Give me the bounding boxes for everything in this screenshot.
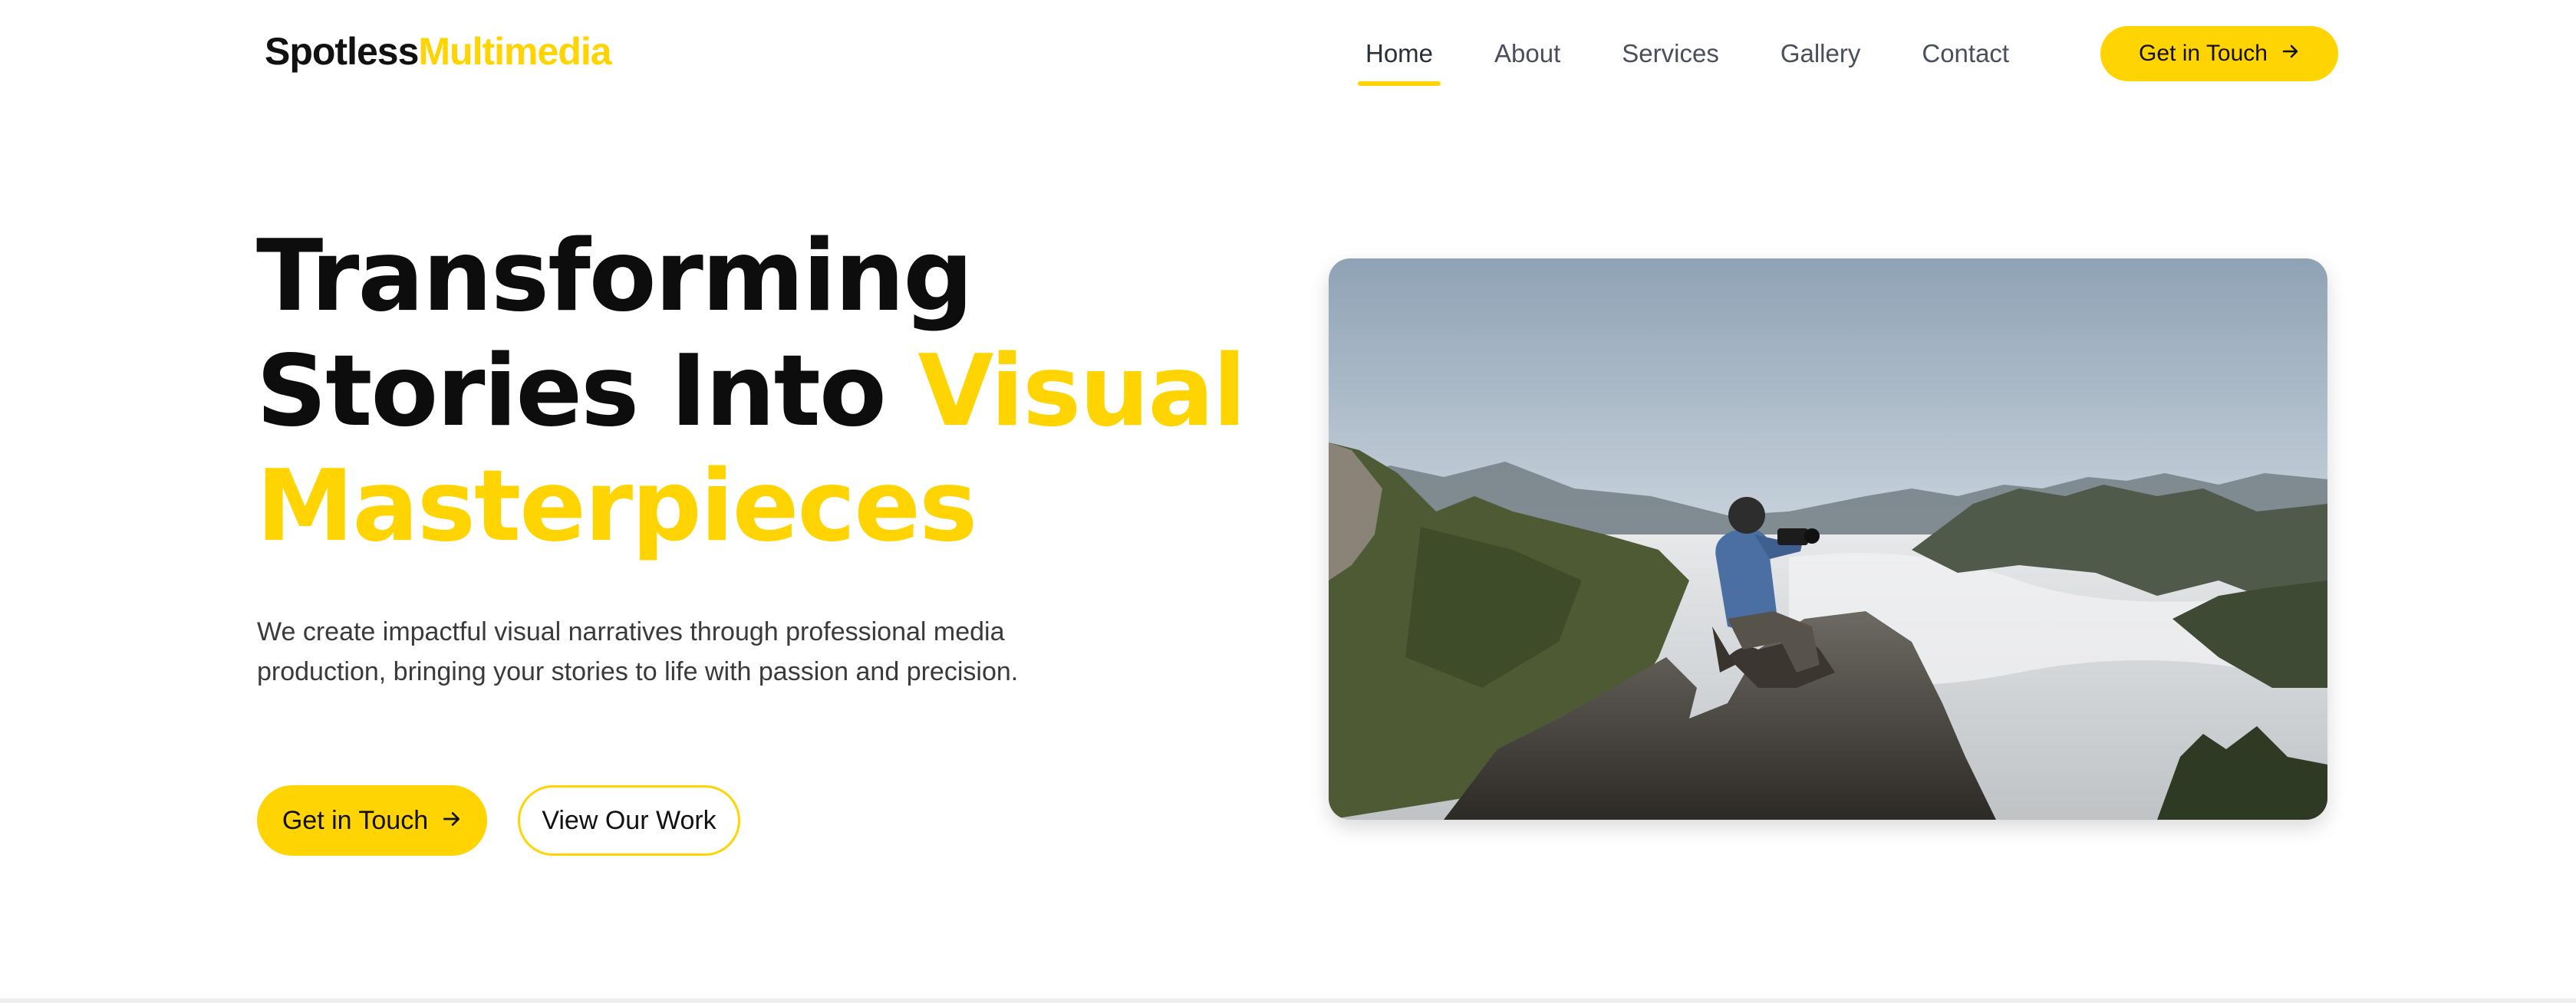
hero-title-line2: Stories Into xyxy=(256,334,887,449)
photographer-landscape-image xyxy=(1329,258,2327,820)
nav-get-in-touch-button[interactable]: Get in Touch xyxy=(2100,26,2338,81)
nav-item-about[interactable]: About xyxy=(1494,31,1560,84)
nav-item-home[interactable]: Home xyxy=(1357,31,1441,86)
brand-name-accent: Multimedia xyxy=(418,30,611,73)
nav-item-gallery[interactable]: Gallery xyxy=(1780,31,1861,84)
arrow-right-icon xyxy=(2281,41,2300,67)
hero-title-line3: Masterpieces xyxy=(256,449,977,564)
brand-name-primary: Spotless xyxy=(265,30,419,73)
view-our-work-button[interactable]: View Our Work xyxy=(518,785,740,856)
nav-item-services[interactable]: Services xyxy=(1622,31,1719,84)
hero-photo xyxy=(1329,258,2327,820)
main-nav: Home About Services Gallery Contact xyxy=(1357,31,2070,86)
nav-cta-label: Get in Touch xyxy=(2139,41,2268,66)
arrow-right-icon xyxy=(442,806,462,836)
view-our-work-label: View Our Work xyxy=(542,805,716,835)
navbar: SpotlessMultimedia Home About Services G… xyxy=(0,0,2576,109)
hero-description: We create impactful visual narratives th… xyxy=(257,617,1019,686)
hero-title-line2-accent: Visual xyxy=(917,334,1246,449)
section-divider xyxy=(0,998,2576,1003)
nav-item-contact[interactable]: Contact xyxy=(1922,31,2009,84)
hero-title: Transforming Stories Into Visual Masterpie… xyxy=(256,219,1247,564)
brand-logo[interactable]: SpotlessMultimedia xyxy=(265,29,612,74)
hero-title-line1: Transforming xyxy=(256,219,973,334)
get-in-touch-button[interactable]: Get in Touch xyxy=(257,785,487,856)
get-in-touch-label: Get in Touch xyxy=(282,805,429,835)
